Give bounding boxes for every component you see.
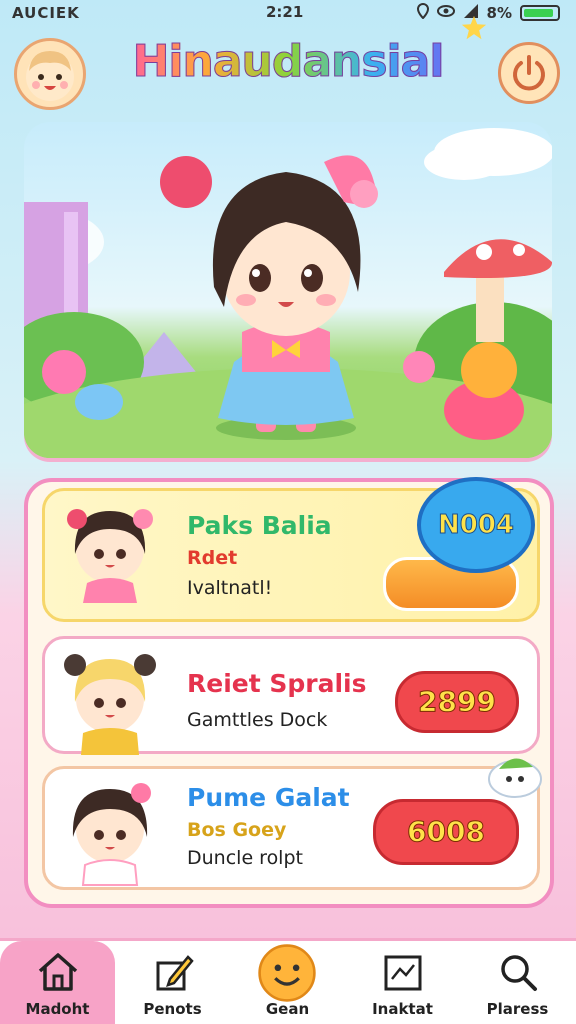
price-badge-button[interactable]: 2899 [395,671,519,733]
eye-icon [436,4,455,22]
card-title: Paks Balia [187,511,332,540]
card-detail: Ivaltnatl! [187,577,273,599]
avatar [26,51,74,101]
tab-inaktat[interactable]: Inaktat [345,941,460,1024]
hero-illustration [24,128,552,458]
battery-percent: 8% [486,4,512,22]
character-avatar [67,509,153,603]
character-avatar [72,783,151,886]
card-title: Pume Galat [187,783,350,812]
price-badge-button[interactable]: 6008 [373,799,519,865]
card-title: Reiet Spralis [187,669,367,698]
carrier-label: AUCIEK [12,4,80,22]
home-icon [38,953,78,991]
bottom-tab-bar: Madoht Penots Gean Inaktat Plaress [0,938,576,1024]
clock: 2:21 [266,3,304,21]
search-icon [501,955,537,991]
tab-label: Plaress [486,1000,549,1018]
card-list: Paks Balia Rdet Ivaltnatl! N004 Reiet Sp… [24,477,554,908]
tab-penots[interactable]: Penots [115,941,230,1024]
power-icon [513,55,545,91]
pen-icon [156,955,194,991]
tab-label: Madoht [25,1000,90,1018]
profile-avatar-button[interactable] [14,38,86,110]
card-detail: Duncle rolpt [187,847,303,869]
smiley-icon [258,944,316,1002]
status-icons: 8% [416,2,560,23]
tab-label: Inaktat [372,1000,433,1018]
app-title: Hinaudansial [120,36,456,88]
tab-gean[interactable]: Gean [230,941,345,1024]
star-icon [461,15,487,40]
status-bar: AUCIEK 2:21 8% [0,0,576,26]
tab-label: Gean [265,1000,310,1018]
tab-home[interactable]: Madoht [0,941,115,1024]
character-avatar [64,654,156,755]
list-item[interactable]: Pume Galat Bos Goey Duncle rolpt 6008 [42,758,542,890]
location-icon [416,2,429,23]
mascot-icon [488,758,542,798]
list-item[interactable]: Reiet Spralis Gamttles Dock 2899 [42,636,540,755]
tab-plaress[interactable]: Plaress [460,941,575,1024]
speech-bubble-badge: N004 [417,477,535,573]
header: Hinaudansial [0,30,576,116]
tab-label: Penots [143,1000,202,1018]
power-button[interactable] [498,42,560,104]
frame-icon [384,955,422,991]
list-item[interactable]: Paks Balia Rdet Ivaltnatl! N004 [42,477,540,622]
card-detail: Gamttles Dock [187,709,328,731]
card-subtitle: Bos Goey [187,819,287,841]
card-subtitle: Rdet [187,547,238,569]
hero-scene [24,122,552,458]
battery-icon [520,5,560,21]
